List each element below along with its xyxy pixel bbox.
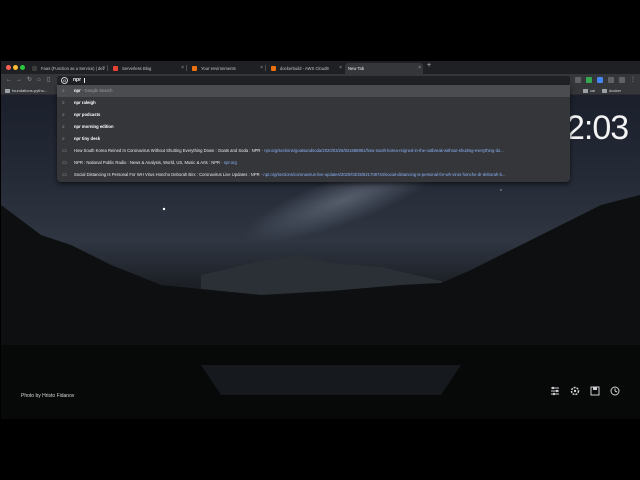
close-tab-icon[interactable]: × [102,63,105,74]
tab-serverless-blog[interactable]: Serverless Blog × [108,63,186,74]
suggestion-text: npr raleigh [74,100,96,105]
minimize-window-button[interactable] [13,65,18,70]
page-info-icon[interactable]: ▯ [47,75,51,85]
page-icon: ▭ [62,148,67,154]
tab-faas[interactable]: Faas (Function as a Service) | dev × [27,63,107,74]
bookmark-label: docker [609,88,622,93]
bookmark-folder[interactable]: docker [602,86,621,95]
menu-icon[interactable]: ⋮ [630,75,636,85]
google-icon: G [61,77,68,84]
search-icon: ⌕ [62,112,65,118]
search-icon: ⌕ [62,88,65,94]
suggestion-search[interactable]: ⌕ npr podcasts [57,109,570,121]
back-icon[interactable]: ← [6,75,12,85]
close-tab-icon[interactable]: × [181,63,184,74]
star [500,189,502,191]
tab-new-tab[interactable]: New Tab × [345,63,423,74]
browser-window: Faas (Function as a Service) | dev × Ser… [1,61,640,419]
suggestion-suffix: - Google Search [80,88,113,93]
search-icon: ⌕ [62,124,65,130]
text-caret [84,78,85,83]
extension-icon[interactable] [597,77,603,83]
address-input[interactable]: npr [73,76,81,85]
tab-dockerbuild[interactable]: dockerbuild - AWS Cloud9 × [266,63,344,74]
suggestion-text: npr [74,88,81,93]
close-tab-icon[interactable]: × [260,63,263,74]
clock: 2:03 [566,109,629,147]
suggestion-history[interactable]: ▭ NPR : National Public Radio : News & A… [57,157,570,169]
suggestion-history[interactable]: ▭ Social Distancing Is Personal For WH V… [57,169,570,181]
gear-icon[interactable] [569,385,581,397]
tab-favicon-icon [192,66,197,71]
tab-label: dockerbuild - AWS Cloud9 [280,66,329,71]
new-tab-button[interactable]: + [427,62,431,69]
address-bar[interactable]: G npr [57,76,570,85]
zoom-window-button[interactable] [20,65,25,70]
save-icon[interactable] [589,385,601,397]
bookmark-label: cal [590,88,596,93]
search-icon: ⌕ [62,100,65,106]
suggestion-text: npr morning edition [74,124,114,129]
folder-icon [5,89,10,93]
photo-credit[interactable]: Photo by Hristo Fidanov [21,393,74,399]
settings-sliders-icon[interactable] [549,385,561,397]
home-icon[interactable]: ⌂ [37,75,41,85]
tab-label: New Tab [348,66,365,71]
suggestion-history[interactable]: ▭ How South Korea Reined In Coronavirus … [57,145,570,157]
suggestion-url: npr.org/sections/goatsandsoda/2020/03/26… [264,148,504,153]
page-icon: ▭ [62,172,67,178]
extension-icon[interactable] [608,77,614,83]
forward-icon[interactable]: → [16,75,22,85]
suggestion-url: npr.org/sections/coronavirus-live-update… [263,172,506,177]
extension-icon[interactable] [619,77,625,83]
suggestion-text: Social Distancing Is Personal For WH Vir… [74,172,260,177]
reload-icon[interactable]: ↻ [27,75,32,85]
history-icon[interactable] [609,385,621,397]
bookmark-label: foundations-pytho... [12,88,48,93]
screen: Faas (Function as a Service) | dev × Ser… [0,0,640,480]
star [162,207,166,211]
suggestion-text: npr tiny desk [74,136,101,141]
extension-icon[interactable] [586,77,592,83]
suggestion-url: npr.org [223,160,237,165]
close-window-button[interactable] [6,65,11,70]
bookmark-folder[interactable]: cal [583,86,595,95]
close-tab-icon[interactable]: × [418,63,421,74]
suggestion-search[interactable]: ⌕ npr tiny desk [57,133,570,145]
suggestion-search[interactable]: ⌕ npr raleigh [57,97,570,109]
omnibox-suggestions: ⌕ npr - Google Search ⌕ npr raleigh ⌕ np… [57,85,570,182]
extension-icon[interactable] [575,77,581,83]
suggestion-search[interactable]: ⌕ npr - Google Search [57,85,570,97]
folder-icon [602,89,607,93]
tab-your-environments[interactable]: Your environments × [187,63,265,74]
tab-favicon-icon [271,66,276,71]
tab-strip: Faas (Function as a Service) | dev × Ser… [1,61,640,74]
tab-label: Faas (Function as a Service) | dev [41,66,105,71]
tab-favicon-icon [113,66,118,71]
suggestion-text: NPR : National Public Radio : News & Ana… [74,160,221,165]
suggestion-text: npr podcasts [74,112,101,117]
water-highlight [201,365,461,395]
search-icon: ⌕ [62,136,65,142]
suggestion-text: How South Korea Reined In Coronavirus Wi… [74,148,261,153]
tab-label: Your environments [201,66,236,71]
tab-label: Serverless Blog [122,66,152,71]
page-icon: ▭ [62,160,67,166]
suggestion-search[interactable]: ⌕ npr morning edition [57,121,570,133]
tab-favicon-icon [32,66,37,71]
close-tab-icon[interactable]: × [339,63,342,74]
bookmark-folder[interactable]: foundations-pytho... [5,86,47,95]
folder-icon [583,89,588,93]
